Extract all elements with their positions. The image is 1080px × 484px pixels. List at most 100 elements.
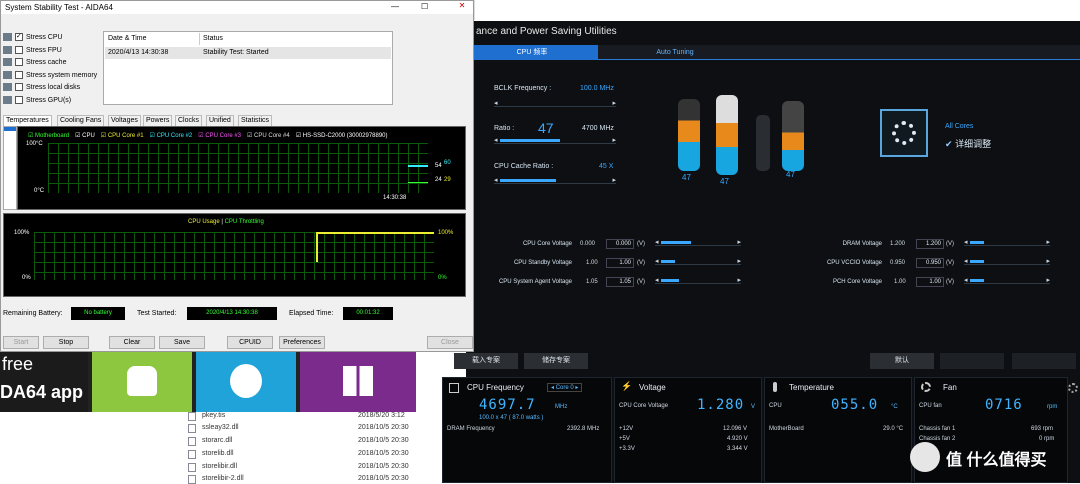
usage-ymin: 0% bbox=[22, 275, 31, 281]
list-item[interactable]: storarc.dll 2018/10/5 20:30 bbox=[188, 437, 409, 446]
arrow-left-icon[interactable]: ◂ bbox=[964, 257, 968, 265]
core-select[interactable]: ◂ Core 0 ▸ bbox=[547, 383, 583, 392]
fpu-icon bbox=[3, 46, 12, 54]
checkbox[interactable] bbox=[15, 33, 23, 41]
checkbox[interactable] bbox=[15, 46, 23, 54]
cache-ratio-slider[interactable]: ◂ ▸ bbox=[494, 176, 616, 184]
stress-gpu-option[interactable]: Stress GPU(s) bbox=[3, 94, 71, 106]
volt-slider[interactable]: ◂ ▸ bbox=[964, 238, 1050, 246]
all-cores-button[interactable] bbox=[880, 109, 928, 157]
stop-button[interactable]: Stop bbox=[43, 336, 89, 349]
arrow-right-icon[interactable]: ▸ bbox=[1046, 276, 1050, 284]
arrow-left-icon[interactable]: ◂ bbox=[494, 136, 498, 144]
android-icon bbox=[127, 366, 157, 396]
volt-input[interactable]: 1.200 bbox=[916, 239, 944, 249]
stress-disks-option[interactable]: Stress local disks bbox=[3, 81, 80, 93]
tab-cooling-fans[interactable]: Cooling Fans bbox=[57, 115, 105, 126]
bclk-value: 100.0 MHz bbox=[580, 85, 614, 92]
checkbox[interactable] bbox=[15, 83, 23, 91]
close-icon[interactable]: ✕ bbox=[451, 1, 473, 10]
arrow-right-icon[interactable]: ▸ bbox=[737, 257, 741, 265]
legend-item[interactable]: ☑ HS-SSD-C2000 (30002978890) bbox=[296, 132, 388, 139]
stress-memory-option[interactable]: Stress system memory bbox=[3, 69, 97, 81]
arrow-left-icon[interactable]: ◂ bbox=[494, 99, 498, 107]
apply-button[interactable] bbox=[1012, 353, 1076, 369]
cpuid-button[interactable]: CPUID bbox=[227, 336, 273, 349]
arrow-right-icon[interactable]: ▸ bbox=[612, 176, 616, 184]
tab-clocks[interactable]: Clocks bbox=[175, 115, 203, 126]
checkbox[interactable] bbox=[15, 58, 23, 66]
load-profile-button[interactable]: 载入专案 bbox=[454, 353, 518, 369]
arrow-right-icon[interactable]: ▸ bbox=[737, 238, 741, 246]
legend-item[interactable]: ☑ CPU Core #1 bbox=[101, 132, 144, 139]
arrow-right-icon[interactable]: ▸ bbox=[612, 99, 616, 107]
volt-slider[interactable]: ◂ ▸ bbox=[964, 276, 1050, 284]
file-icon bbox=[188, 437, 196, 446]
table-row[interactable]: 2020/4/13 14:30:38 Stability Test: Start… bbox=[105, 47, 391, 59]
volt-input[interactable]: 0.950 bbox=[916, 258, 944, 268]
tab-auto-tuning[interactable]: Auto Tuning bbox=[600, 45, 750, 60]
tab-cpu-frequency[interactable]: CPU 频率 bbox=[466, 45, 598, 60]
volt-default: 1.05 bbox=[586, 279, 598, 285]
default-button[interactable]: 默认 bbox=[870, 353, 934, 369]
settings-gear-icon[interactable] bbox=[1068, 383, 1078, 393]
volt-input[interactable]: 0.000 bbox=[606, 239, 634, 249]
minimize-icon[interactable]: — bbox=[391, 2, 399, 11]
volt-slider[interactable]: ◂ ▸ bbox=[655, 276, 741, 284]
fine-tune-checkbox[interactable]: ✔ 详细调整 bbox=[945, 137, 991, 150]
stress-cpu-option[interactable]: Stress CPU bbox=[3, 31, 63, 43]
checkbox[interactable] bbox=[15, 96, 23, 104]
tab-voltages[interactable]: Voltages bbox=[108, 115, 141, 126]
arrow-right-icon[interactable]: ▸ bbox=[612, 136, 616, 144]
legend-item[interactable]: ☑ CPU Core #2 bbox=[150, 132, 193, 139]
cpu-frequency-value: 4697.7 bbox=[479, 397, 536, 413]
stress-cache-option[interactable]: Stress cache bbox=[3, 56, 66, 68]
legend-item[interactable]: ☑ CPU Core #3 bbox=[198, 132, 241, 139]
start-button[interactable]: Start bbox=[3, 336, 39, 349]
bclk-label: BCLK Frequency : bbox=[494, 85, 552, 92]
volt-slider[interactable]: ◂ ▸ bbox=[964, 257, 1050, 265]
list-item[interactable]: storelibir.dll 2018/10/5 20:30 bbox=[188, 463, 409, 472]
arrow-left-icon[interactable]: ◂ bbox=[655, 276, 659, 284]
arrow-right-icon[interactable]: ▸ bbox=[737, 276, 741, 284]
tab-unified[interactable]: Unified bbox=[206, 115, 234, 126]
volt-input[interactable]: 1.00 bbox=[606, 258, 634, 268]
arrow-left-icon[interactable]: ◂ bbox=[964, 276, 968, 284]
list-item[interactable]: ssleay32.dll 2018/10/5 20:30 bbox=[188, 424, 409, 433]
volt-unit: (V) bbox=[946, 279, 954, 285]
arrow-left-icon[interactable]: ◂ bbox=[494, 176, 498, 184]
bclk-slider[interactable]: ◂ ▸ bbox=[494, 99, 616, 107]
arrow-right-icon[interactable]: ▸ bbox=[1046, 257, 1050, 265]
apple-tile bbox=[196, 352, 296, 412]
list-item[interactable]: storelib.dll 2018/10/5 20:30 bbox=[188, 450, 409, 459]
volt-input[interactable]: 1.00 bbox=[916, 277, 944, 287]
volt-input[interactable]: 1.05 bbox=[606, 277, 634, 287]
stress-fpu-option[interactable]: Stress FPU bbox=[3, 44, 62, 56]
cpu-frequency-panel: CPU Frequency ◂ Core 0 ▸ 4697.7 MHz 100.… bbox=[442, 377, 612, 483]
arrow-left-icon[interactable]: ◂ bbox=[655, 257, 659, 265]
checkbox[interactable] bbox=[15, 71, 23, 79]
cache-ratio-label: CPU Cache Ratio : bbox=[494, 163, 554, 170]
tab-powers[interactable]: Powers bbox=[143, 115, 173, 126]
legend-item[interactable]: ☑ CPU Core #4 bbox=[247, 132, 290, 139]
list-item[interactable]: pkey.tis 2018/5/20 3:12 bbox=[188, 412, 405, 421]
preferences-button[interactable]: Preferences bbox=[279, 336, 325, 349]
cpu-icon bbox=[449, 383, 459, 393]
volt-slider[interactable]: ◂ ▸ bbox=[655, 238, 741, 246]
maximize-icon[interactable]: ☐ bbox=[421, 2, 428, 11]
undo-button[interactable] bbox=[940, 353, 1004, 369]
save-profile-button[interactable]: 储存专案 bbox=[524, 353, 588, 369]
close-button[interactable]: Close bbox=[427, 336, 473, 349]
ratio-slider[interactable]: ◂ ▸ bbox=[494, 136, 616, 144]
arrow-right-icon[interactable]: ▸ bbox=[1046, 238, 1050, 246]
save-button[interactable]: Save bbox=[159, 336, 205, 349]
tab-statistics[interactable]: Statistics bbox=[238, 115, 273, 126]
ratio-mhz: 4700 MHz bbox=[582, 125, 614, 132]
legend-item[interactable]: ☑ Motherboard bbox=[28, 132, 69, 139]
arrow-left-icon[interactable]: ◂ bbox=[964, 238, 968, 246]
volt-slider[interactable]: ◂ ▸ bbox=[655, 257, 741, 265]
legend-item[interactable]: ☑ CPU bbox=[75, 132, 95, 139]
clear-button[interactable]: Clear bbox=[109, 336, 155, 349]
tab-temperatures[interactable]: Temperatures bbox=[3, 115, 52, 126]
arrow-left-icon[interactable]: ◂ bbox=[655, 238, 659, 246]
